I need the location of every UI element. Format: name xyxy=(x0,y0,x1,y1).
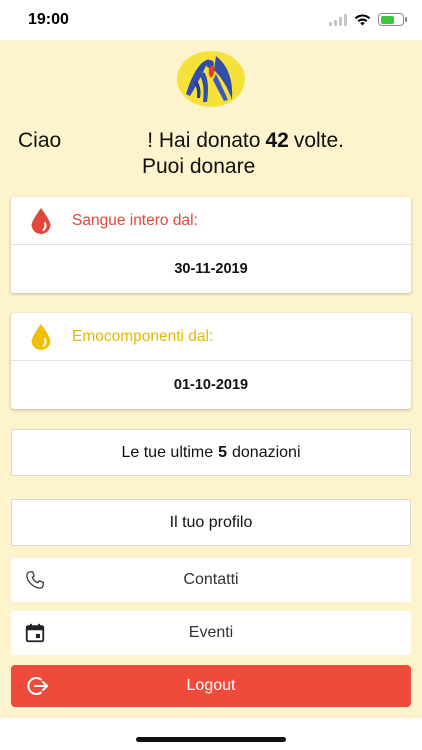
events-button[interactable]: Eventi xyxy=(11,611,411,655)
can-donate-text: Puoi donare xyxy=(142,155,256,178)
home-screen: Ciao ! Hai donato 42 volte. Puoi donare … xyxy=(0,40,422,718)
contacts-button[interactable]: Contatti xyxy=(11,558,411,602)
battery-icon xyxy=(378,13,407,26)
home-indicator[interactable] xyxy=(136,737,286,742)
last-donations-button[interactable]: Le tue ultime 5 donazioni xyxy=(11,429,411,476)
whole-blood-card: Sangue intero dal: 30-11-2019 xyxy=(11,197,411,293)
greeting-donated-prefix: ! Hai donato xyxy=(147,129,261,152)
blood-components-card: Emocomponenti dal: 01-10-2019 xyxy=(11,313,411,409)
last-donations-prefix: Le tue ultime xyxy=(121,443,214,461)
last-donations-suffix: donazioni xyxy=(232,443,301,461)
profile-button[interactable]: Il tuo profilo xyxy=(11,499,411,546)
blood-components-date: 01-10-2019 xyxy=(173,377,249,393)
phone-icon xyxy=(26,571,44,589)
logout-icon xyxy=(27,677,48,695)
status-bar: 19:00 xyxy=(0,0,422,40)
greeting: Ciao ! Hai donato 42 volte. Puoi donare xyxy=(18,129,418,178)
signal-icon xyxy=(329,13,347,26)
greeting-hello: Ciao xyxy=(18,129,62,152)
whole-blood-date: 30-11-2019 xyxy=(174,261,248,277)
status-time: 19:00 xyxy=(28,11,69,28)
calendar-icon xyxy=(25,623,45,643)
blood-components-label: Emocomponenti dal: xyxy=(72,327,214,345)
greeting-donated-suffix: volte. xyxy=(293,129,345,152)
red-drop-icon xyxy=(31,207,51,234)
events-label: Eventi xyxy=(188,624,234,641)
yellow-drop-icon xyxy=(31,323,51,350)
logout-button[interactable]: Logout xyxy=(11,665,411,707)
logout-label: Logout xyxy=(186,677,236,694)
association-logo xyxy=(177,51,245,107)
profile-label: Il tuo profilo xyxy=(169,513,253,531)
donation-count: 42 xyxy=(265,129,289,152)
contacts-label: Contatti xyxy=(183,571,239,588)
wifi-icon xyxy=(354,13,371,25)
status-icons xyxy=(329,13,407,26)
whole-blood-label: Sangue intero dal: xyxy=(72,211,198,229)
last-donations-count: 5 xyxy=(218,443,227,461)
